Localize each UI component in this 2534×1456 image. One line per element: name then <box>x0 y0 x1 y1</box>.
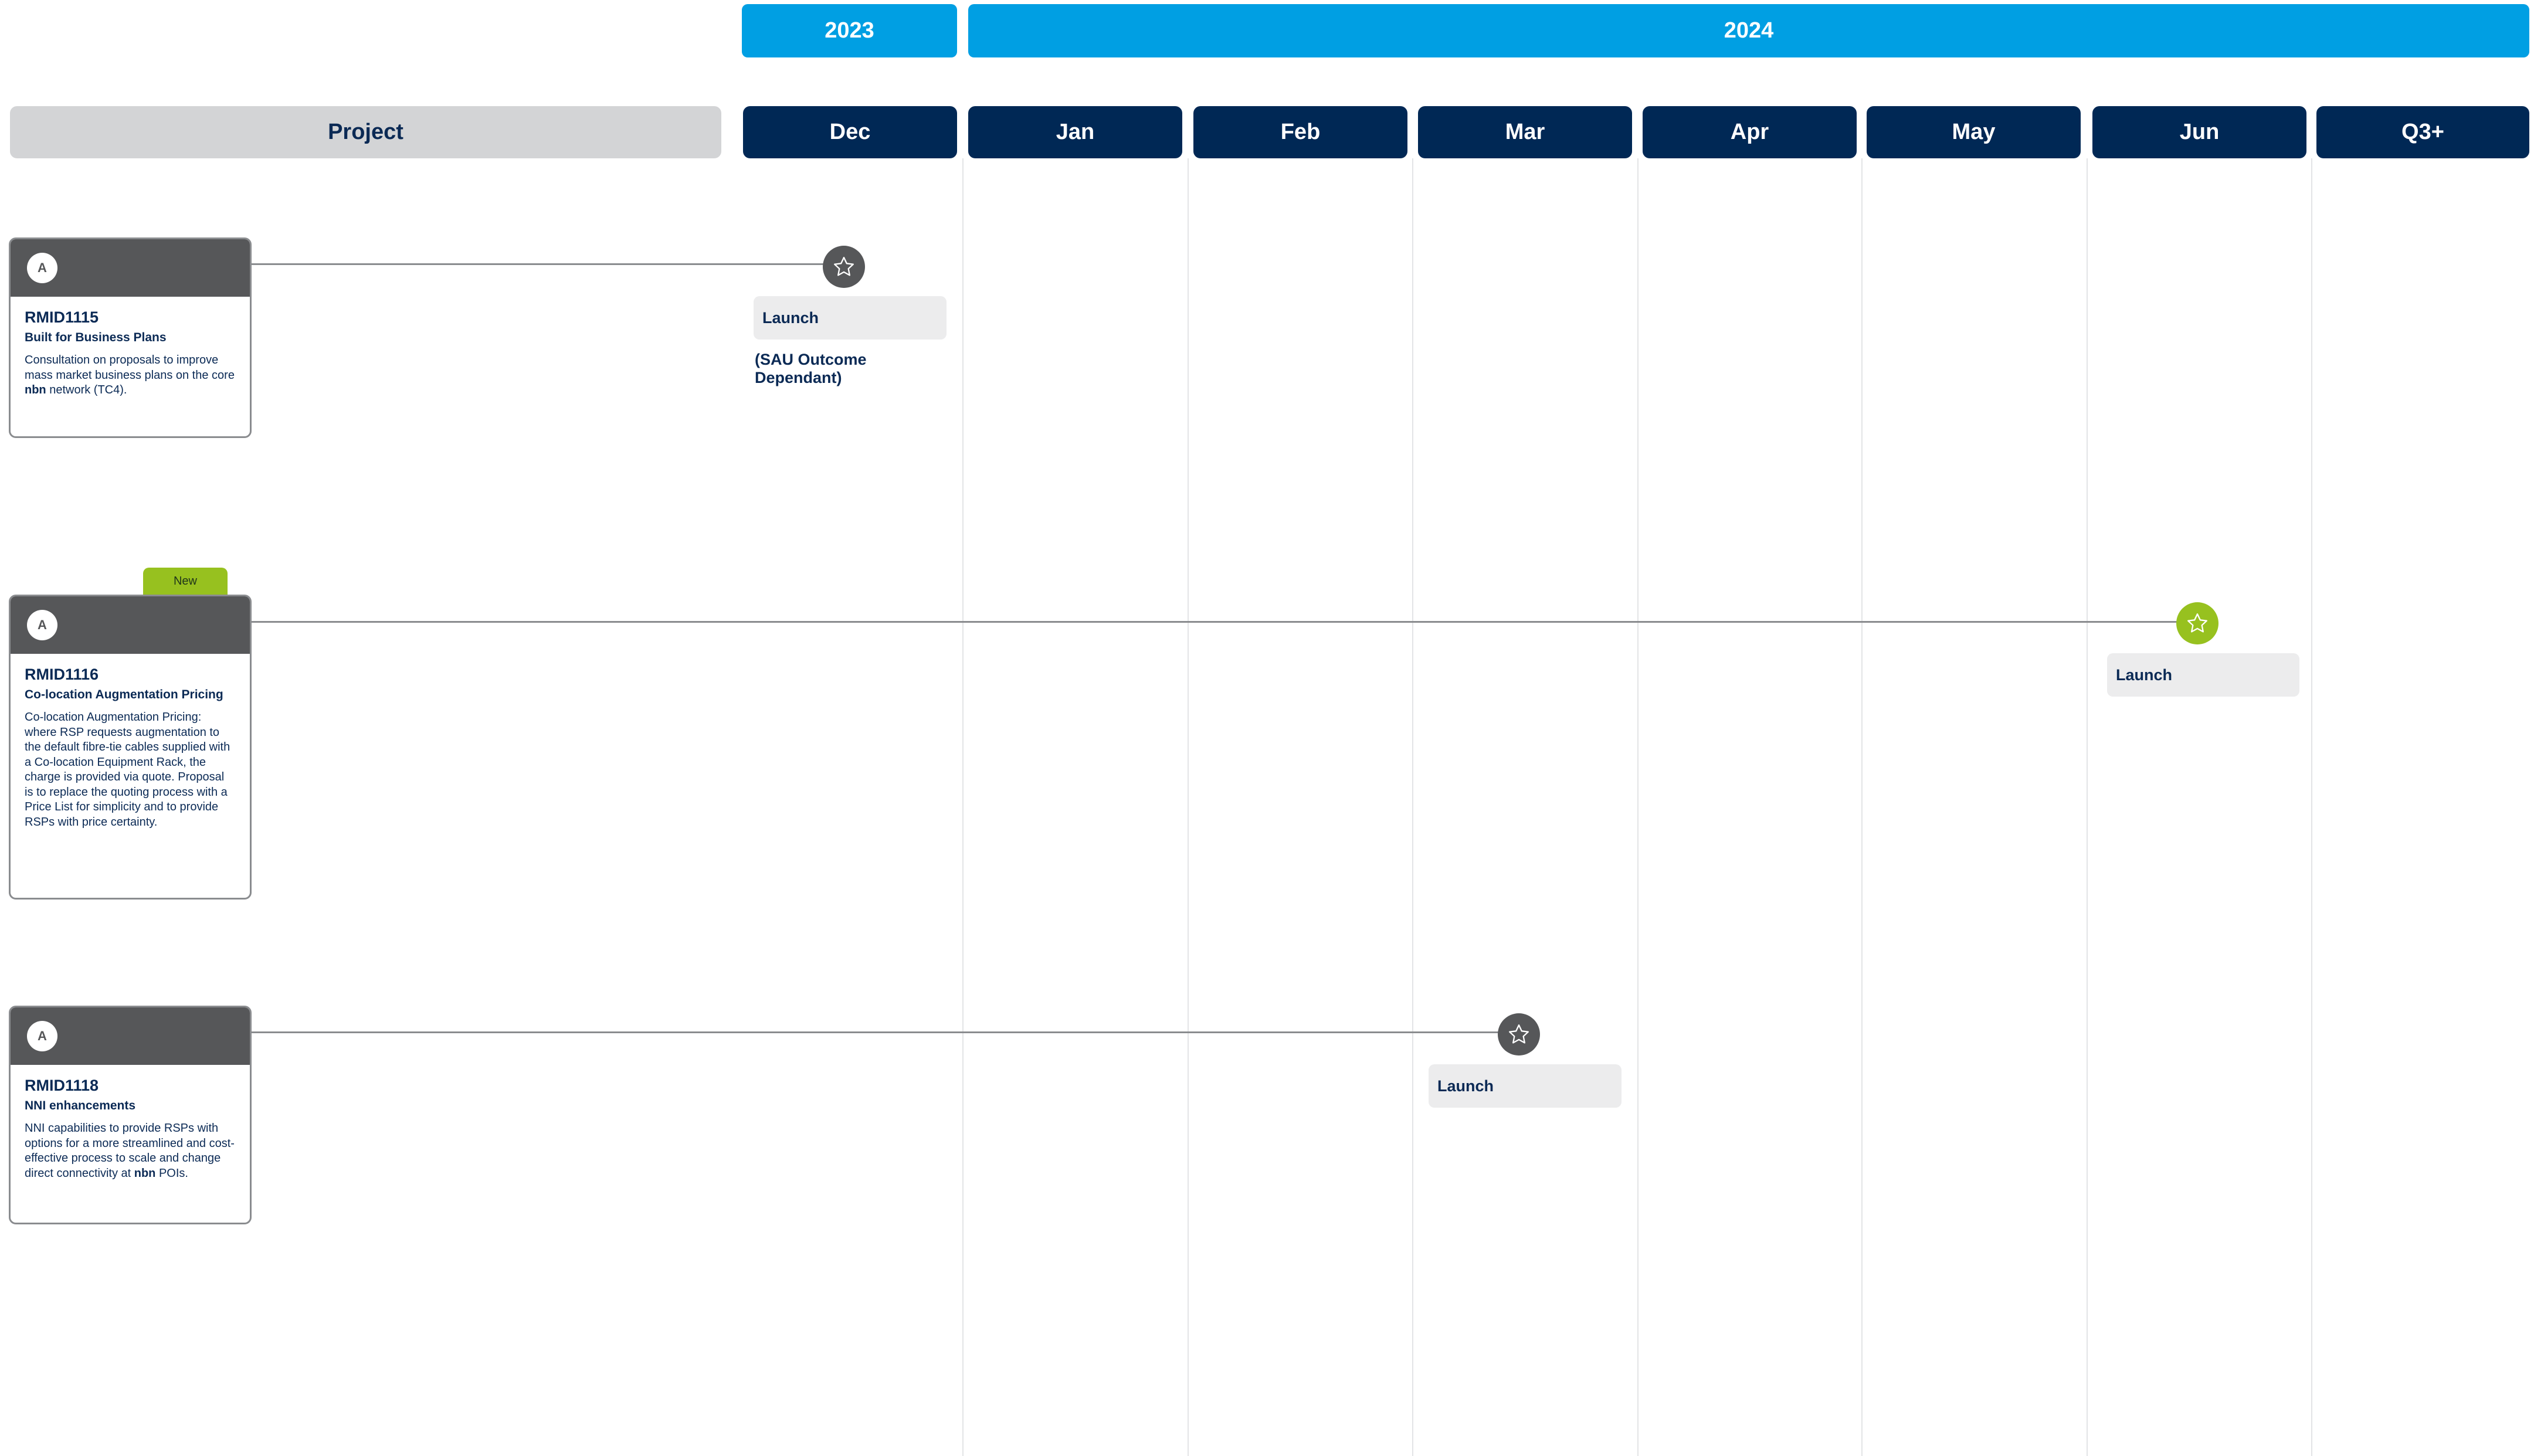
new-badge: New <box>143 568 228 595</box>
month-divider <box>1188 158 1189 1456</box>
project-id: RMID1116 <box>25 666 99 683</box>
project-title: NNI enhancements <box>25 1099 136 1112</box>
project-id: RMID1118 <box>25 1077 99 1094</box>
star-icon <box>1509 1024 1529 1044</box>
project-card-rmid1118[interactable]: A RMID1118 NNI enhancements NNI capabili… <box>9 1006 252 1224</box>
card-header: A <box>11 596 250 654</box>
avatar: A <box>27 253 57 283</box>
milestone-label: Launch <box>754 296 947 340</box>
avatar: A <box>27 1021 57 1051</box>
month-mar: Mar <box>1418 106 1632 158</box>
project-description: NNI capabilities to provide RSPs with op… <box>25 1122 235 1180</box>
milestone-star[interactable] <box>1498 1013 1540 1055</box>
project-id: RMID1115 <box>25 308 99 326</box>
milestone-star[interactable] <box>2176 602 2218 644</box>
month-jun: Jun <box>2092 106 2306 158</box>
month-divider <box>2311 158 2312 1456</box>
project-card-rmid1115[interactable]: A RMID1115 Built for Business Plans Cons… <box>9 237 252 438</box>
star-icon <box>2187 613 2207 633</box>
timeline-connector <box>250 263 844 265</box>
timeline-connector <box>250 621 2183 623</box>
year-2024: 2024 <box>968 4 2529 57</box>
month-may: May <box>1867 106 2081 158</box>
project-title: Built for Business Plans <box>25 331 167 344</box>
month-divider <box>962 158 964 1456</box>
star-icon <box>834 257 854 276</box>
month-dec: Dec <box>743 106 957 158</box>
card-header: A <box>11 239 250 297</box>
month-divider <box>1412 158 1413 1456</box>
project-description: Consultation on proposals to improve mas… <box>25 354 235 396</box>
milestone-note: (SAU Outcome Dependant) <box>755 351 867 386</box>
project-description: Co-location Augmentation Pricing: where … <box>25 711 230 829</box>
month-divider <box>2087 158 2088 1456</box>
project-card-rmid1116[interactable]: A RMID1116 Co-location Augmentation Pric… <box>9 595 252 900</box>
year-2023: 2023 <box>742 4 957 57</box>
month-feb: Feb <box>1193 106 1407 158</box>
month-jan: Jan <box>968 106 1182 158</box>
month-apr: Apr <box>1643 106 1857 158</box>
project-column-header: Project <box>10 106 721 158</box>
project-title: Co-location Augmentation Pricing <box>25 688 223 701</box>
avatar: A <box>27 610 57 640</box>
month-divider <box>1637 158 1639 1456</box>
card-header: A <box>11 1007 250 1065</box>
milestone-star[interactable] <box>823 246 865 288</box>
milestone-label: Launch <box>2107 653 2299 697</box>
month-q3: Q3+ <box>2316 106 2529 158</box>
milestone-label: Launch <box>1429 1064 1622 1108</box>
month-divider <box>1861 158 1863 1456</box>
timeline-connector <box>250 1031 1521 1033</box>
